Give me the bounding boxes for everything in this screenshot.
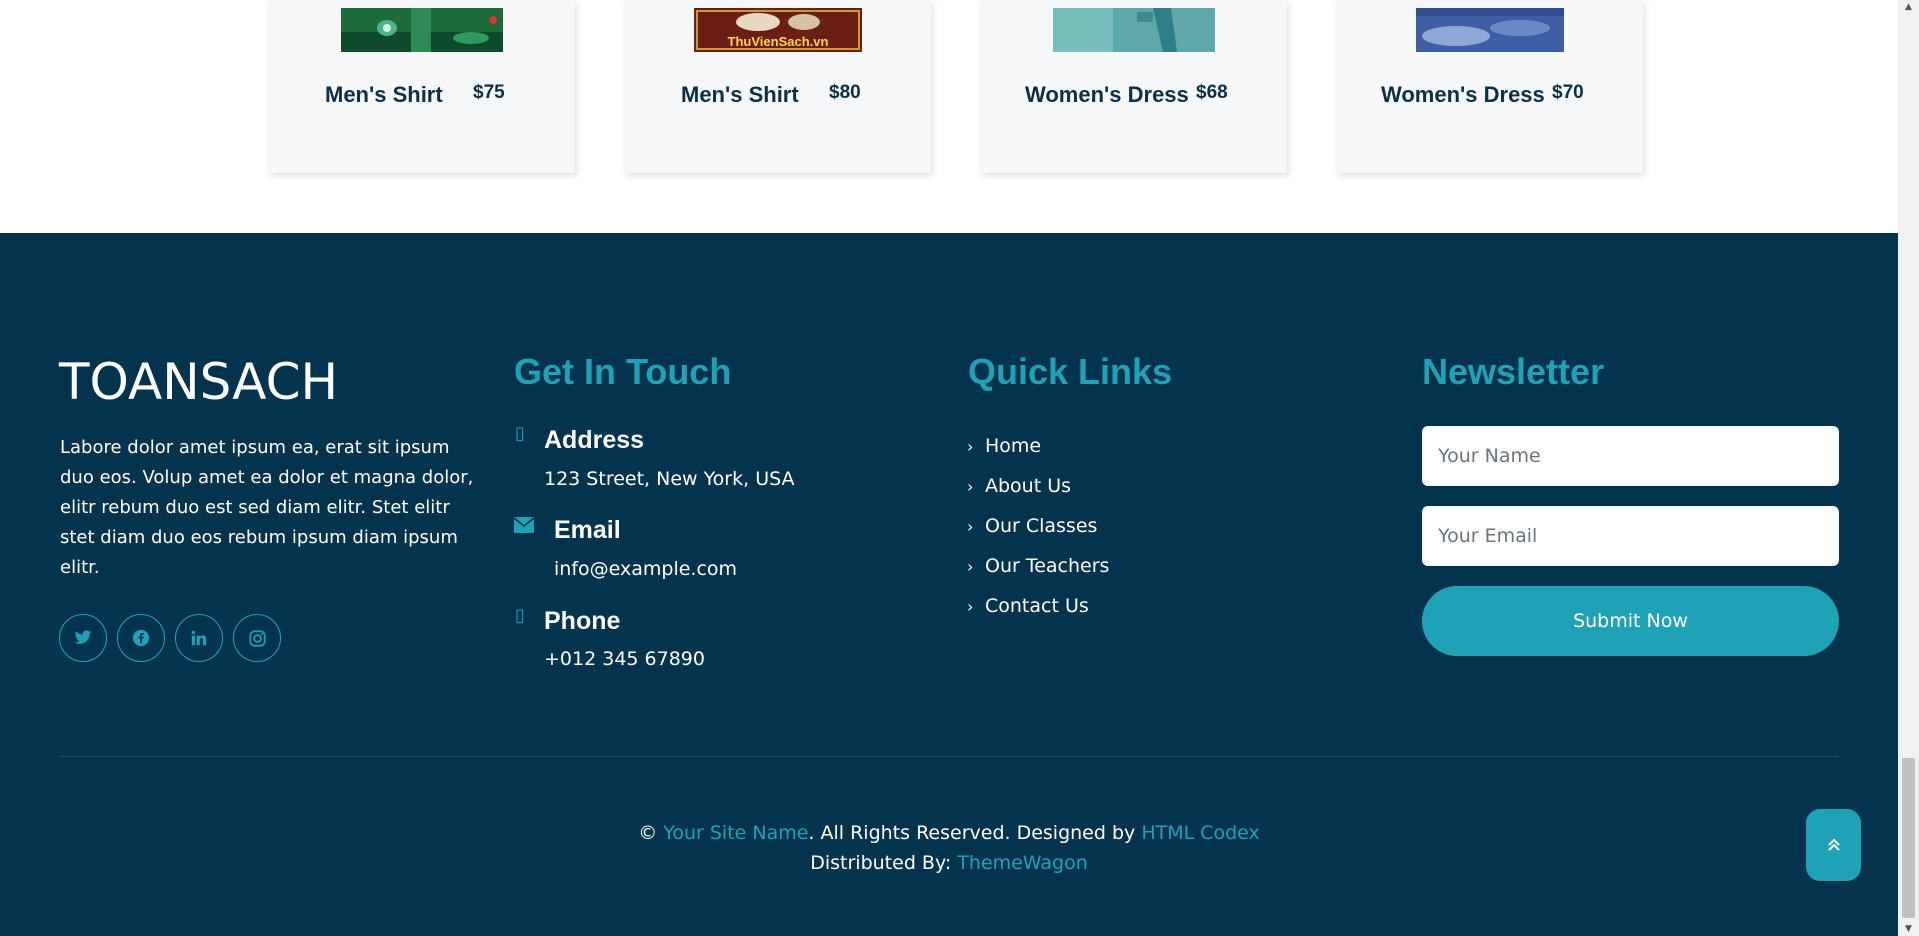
chevron-right-icon: › <box>967 476 974 496</box>
footer-divider <box>59 756 1839 757</box>
quick-link-label: Home <box>985 435 1042 457</box>
address-value: 123 Street, New York, USA <box>544 468 795 490</box>
product-price: $75 <box>473 82 505 103</box>
distributed-label: Distributed By: <box>810 852 958 874</box>
map-marker-icon: ▯ <box>515 423 525 444</box>
scrollbar[interactable]: ▲ ▼ <box>1898 0 1919 936</box>
product-strip: Men's Shirt $75 ThuVienSach.vn Men's Shi… <box>0 0 1898 233</box>
quick-link-label: Our Classes <box>985 515 1098 537</box>
facebook-icon[interactable] <box>117 614 165 662</box>
instagram-icon[interactable] <box>233 614 281 662</box>
product-price: $80 <box>829 82 861 103</box>
twitter-icon[interactable] <box>59 614 107 662</box>
social-links <box>59 614 281 662</box>
phone-value: +012 345 67890 <box>544 648 705 670</box>
submit-button[interactable]: Submit Now <box>1422 586 1839 656</box>
product-image[interactable] <box>1052 8 1215 52</box>
copyright-symbol: © <box>638 822 658 844</box>
quick-link-label: About Us <box>985 475 1072 497</box>
footer-about-text: Labore dolor amet ipsum ea, erat sit ips… <box>60 437 474 578</box>
product-image[interactable] <box>1415 8 1564 52</box>
email-value[interactable]: info@example.com <box>554 558 737 580</box>
copyright: © Your Site Name. All Rights Reserved. D… <box>0 818 1898 878</box>
product-name[interactable]: Women's Dress <box>1025 82 1189 108</box>
product-price: $70 <box>1552 82 1584 103</box>
quick-link-home[interactable]: › Home <box>967 426 1109 466</box>
product-card[interactable]: ThuVienSach.vn Men's Shirt $80 <box>624 0 931 173</box>
rights-text: . All Rights Reserved. Designed by <box>808 822 1142 844</box>
back-to-top-button[interactable] <box>1806 809 1861 881</box>
address-label: Address <box>544 426 645 454</box>
quick-link-about[interactable]: › About Us <box>967 466 1109 506</box>
chevron-right-icon: › <box>967 596 974 616</box>
quick-links-list: › Home › About Us › Our Classes › Our Teache… <box>967 426 1109 626</box>
footer: TOANSACH Labore dolor amet ipsum ea, era… <box>0 233 1898 936</box>
quick-link-classes[interactable]: › Our Classes <box>967 506 1109 546</box>
designer-link[interactable]: HTML Codex <box>1141 822 1259 844</box>
product-name[interactable]: Women's Dress <box>1381 82 1545 108</box>
product-card[interactable]: Men's Shirt $75 <box>268 0 575 173</box>
distributor-link[interactable]: ThemeWagon <box>957 852 1087 874</box>
scroll-down-arrow-icon[interactable]: ▼ <box>1898 924 1919 934</box>
quick-link-label: Contact Us <box>985 595 1089 617</box>
product-card[interactable]: Women's Dress $70 <box>1336 0 1643 173</box>
product-image[interactable] <box>340 8 503 52</box>
product-name[interactable]: Men's Shirt <box>681 82 799 108</box>
scrollbar-thumb[interactable] <box>1902 758 1915 918</box>
product-image[interactable]: ThuVienSach.vn <box>693 8 862 52</box>
quick-link-contact[interactable]: › Contact Us <box>967 586 1109 626</box>
product-image-text: ThuVienSach.vn <box>727 34 828 49</box>
newsletter-name-input[interactable] <box>1422 426 1839 486</box>
phone-icon: ▯ <box>515 605 525 626</box>
quick-links-title: Quick Links <box>968 351 1173 392</box>
product-name[interactable]: Men's Shirt <box>325 82 443 108</box>
chevron-right-icon: › <box>967 556 974 576</box>
product-card[interactable]: Women's Dress $68 <box>980 0 1287 173</box>
newsletter-email-input[interactable] <box>1422 506 1839 566</box>
site-name-link[interactable]: Your Site Name <box>663 822 808 844</box>
email-label: Email <box>554 516 621 544</box>
newsletter-title: Newsletter <box>1422 351 1605 392</box>
phone-label: Phone <box>544 607 621 635</box>
contact-title: Get In Touch <box>514 351 732 392</box>
envelope-icon <box>513 517 535 538</box>
chevron-right-icon: › <box>967 516 974 536</box>
scroll-up-arrow-icon[interactable]: ▲ <box>1898 2 1919 12</box>
chevron-right-icon: › <box>967 436 974 456</box>
product-price: $68 <box>1196 82 1228 103</box>
linkedin-icon[interactable] <box>175 614 223 662</box>
double-chevron-up-icon <box>1827 838 1840 851</box>
footer-brand[interactable]: TOANSACH <box>59 353 338 411</box>
quick-link-label: Our Teachers <box>985 555 1110 577</box>
quick-link-teachers[interactable]: › Our Teachers <box>967 546 1109 586</box>
